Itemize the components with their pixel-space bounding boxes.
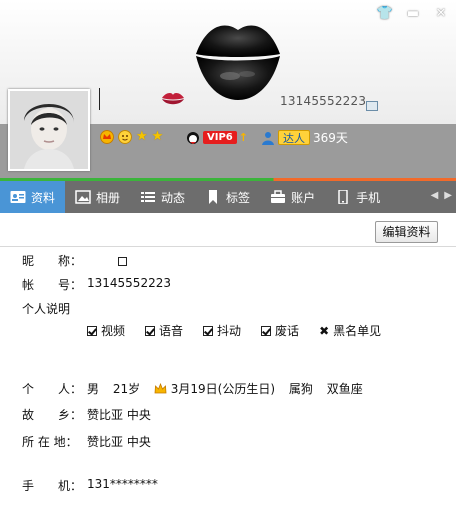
daren-days: 369天 [313, 131, 348, 145]
tab-label: 账户 [291, 190, 316, 205]
age: 21岁 [112, 382, 141, 396]
desc-label: 个人说明 [22, 302, 71, 316]
zodiac: 属狗 [288, 382, 313, 396]
nickname-row: 昵 称： [22, 252, 127, 269]
location-row: 所 在 地： 赞比亚 中央 [22, 433, 151, 450]
account-value: 13145552223 [87, 276, 171, 290]
crown-icon [154, 383, 167, 394]
left-arrow-icon[interactable]: ◀ [431, 190, 439, 201]
daren-badge[interactable]: 达人 369天 [261, 129, 348, 146]
phone-row: 手 机： 131******** [22, 477, 158, 494]
close-icon[interactable]: ✕ [432, 6, 450, 22]
phone-icon [338, 190, 348, 204]
qq-number: 13145552223 [280, 94, 367, 108]
crown-badge-icon[interactable] [100, 130, 114, 144]
tab-bar: 资料 相册 动态 标签 账户 手机 [0, 181, 456, 213]
phone-value: 131******** [87, 477, 158, 491]
text-cursor [99, 88, 100, 110]
album-icon [75, 190, 91, 204]
tag-item: 语音 [145, 322, 183, 339]
profile-card-icon [10, 191, 26, 203]
divider [0, 246, 456, 247]
penguin-icon [187, 132, 199, 144]
avatar[interactable] [8, 89, 90, 171]
location-value: 赞比亚 中央 [87, 435, 151, 449]
profile-window: 👕 ▬ ✕ 13145552223 ★ ★ VIP6 ↑ 达人 369天 资料 … [0, 0, 456, 509]
tab-tags[interactable]: 标签 [195, 181, 260, 213]
check-icon [203, 325, 214, 336]
star-icon[interactable]: ★ [152, 130, 164, 144]
tab-account[interactable]: 账户 [260, 181, 325, 213]
account-label: 帐 号： [22, 278, 83, 292]
vip-level-label: VIP6 [203, 130, 237, 144]
check-icon [261, 325, 272, 336]
hometown-row: 故 乡： 赞比亚 中央 [22, 406, 151, 423]
birthday: 3月19日(公历生日) [170, 382, 276, 396]
tag-item: 视频 [87, 322, 125, 339]
daren-label: 达人 [278, 130, 310, 145]
bookmark-icon [209, 190, 218, 204]
tab-feed[interactable]: 动态 [130, 181, 195, 213]
edit-profile-button[interactable]: 编辑资料 [375, 221, 438, 243]
star-icon[interactable]: ★ [136, 130, 148, 144]
tab-profile[interactable]: 资料 [0, 181, 66, 213]
personal-label: 个 人： [22, 382, 83, 396]
tab-album[interactable]: 相册 [65, 181, 130, 213]
vip-badge[interactable]: VIP6 ↑ [185, 130, 248, 144]
desc-row: 个人说明 [22, 300, 70, 317]
card-icon[interactable] [366, 101, 378, 111]
sun-badge-icon[interactable] [118, 130, 132, 144]
title-bar-buttons: 👕 ▬ ✕ [376, 6, 450, 22]
tab-label: 相册 [96, 190, 121, 205]
nickname-blank-glyph [118, 257, 127, 266]
tag-item: 废话 [261, 322, 299, 339]
location-label: 所 在 地： [22, 435, 78, 449]
upgrade-arrow-icon: ↑ [238, 130, 248, 144]
tag-item: ✖ 黑名单见 [319, 323, 382, 339]
tab-label: 手机 [356, 190, 381, 205]
tab-scroll-arrows: ◀ ▶ [431, 190, 452, 201]
personal-row: 个 人： 男 21岁 3月19日(公历生日) 属狗 双鱼座 [22, 380, 363, 397]
tab-label: 资料 [31, 190, 56, 205]
wallet-icon [271, 190, 286, 203]
phone-label: 手 机： [22, 479, 83, 493]
shirt-icon[interactable]: 👕 [376, 6, 394, 22]
nickname-label: 昵 称： [22, 254, 83, 268]
check-icon [145, 325, 156, 336]
account-row: 帐 号： 13145552223 [22, 276, 171, 293]
tab-label: 动态 [161, 190, 186, 205]
right-arrow-icon[interactable]: ▶ [444, 190, 452, 201]
tag-item: 抖动 [203, 322, 241, 339]
x-mark-icon: ✖ [319, 323, 330, 338]
hometown-label: 故 乡： [22, 408, 83, 422]
minimize-icon[interactable]: ▬ [404, 6, 422, 22]
kiss-icon [162, 93, 184, 105]
constellation: 双鱼座 [326, 382, 363, 396]
person-icon [262, 131, 274, 145]
feed-icon [141, 192, 156, 202]
personal-tags: 视频 语音 抖动 废话 ✖ 黑名单见 [87, 322, 401, 339]
tab-label: 标签 [226, 190, 251, 205]
tab-phone[interactable]: 手机 [325, 181, 390, 213]
lips-image [196, 25, 280, 100]
gender: 男 [87, 382, 100, 396]
hometown-value: 赞比亚 中央 [87, 408, 151, 422]
level-badges: ★ ★ [100, 130, 163, 144]
check-icon [87, 325, 97, 336]
